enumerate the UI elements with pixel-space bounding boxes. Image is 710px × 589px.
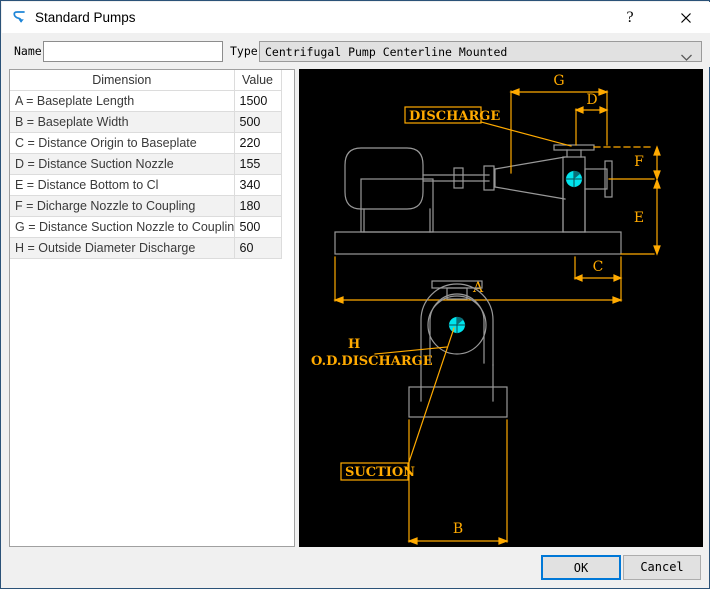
table-row[interactable]: F = Dicharge Nozzle to Coupling 180 — [10, 195, 282, 217]
cell-dimension: H = Outside Diameter Discharge — [10, 237, 235, 259]
cell-dimension: G = Distance Suction Nozzle to Coupling — [10, 216, 235, 238]
name-label: Name — [14, 44, 42, 58]
pump-drawing: G D F E C A DISCHARGE H O.D.DISCHARGE SU… — [311, 73, 661, 545]
cell-dimension: A = Baseplate Length — [10, 90, 235, 112]
column-header-dimension: Dimension — [10, 70, 235, 91]
discharge-callout: DISCHARGE — [404, 106, 572, 147]
pump-type-dropdown[interactable]: Centrifugal Pump Centerline Mounted — [259, 41, 702, 62]
svg-text:H: H — [348, 337, 360, 352]
pump-drawing-canvas[interactable]: G D F E C A DISCHARGE H O.D.DISCHARGE SU… — [299, 69, 703, 547]
cell-value[interactable]: 1500 — [234, 90, 282, 112]
suction-node-marker-front — [448, 316, 466, 334]
table-row[interactable]: D = Distance Suction Nozzle 155 — [10, 153, 282, 175]
front-view-dimensions: B — [407, 419, 509, 545]
cell-dimension: E = Distance Bottom to Cl — [10, 174, 235, 196]
cell-value[interactable]: 60 — [234, 237, 282, 259]
close-icon — [664, 3, 708, 33]
svg-text:O.D.DISCHARGE: O.D.DISCHARGE — [311, 354, 433, 369]
cell-value[interactable]: 500 — [234, 216, 282, 238]
question-mark-icon: ? — [626, 9, 634, 26]
svg-text:SUCTION: SUCTION — [345, 465, 415, 480]
svg-text:E: E — [634, 210, 644, 226]
cell-dimension: D = Distance Suction Nozzle — [10, 153, 235, 175]
table-header-row: Dimension Value — [10, 70, 282, 91]
table-row[interactable]: C = Distance Origin to Baseplate 220 — [10, 132, 282, 154]
table-row[interactable]: G = Distance Suction Nozzle to Coupling … — [10, 216, 282, 238]
window-title: Standard Pumps — [35, 10, 136, 25]
svg-text:DISCHARGE: DISCHARGE — [409, 109, 500, 124]
side-view-geometry — [334, 144, 622, 255]
title-bar: Standard Pumps ? — [2, 2, 710, 34]
cell-dimension: C = Distance Origin to Baseplate — [10, 132, 235, 154]
standard-pumps-dialog: Standard Pumps ? Name Type Centrifugal P… — [0, 0, 710, 589]
ok-button[interactable]: OK — [541, 555, 621, 580]
cell-value[interactable]: 340 — [234, 174, 282, 196]
od-discharge-callout: H O.D.DISCHARGE — [311, 337, 448, 369]
name-input[interactable] — [43, 41, 223, 62]
cell-value[interactable]: 220 — [234, 132, 282, 154]
svg-text:F: F — [634, 154, 644, 170]
table-row[interactable]: E = Distance Bottom to Cl 340 — [10, 174, 282, 196]
dimension-table: Dimension Value A = Baseplate Length 150… — [10, 70, 282, 259]
svg-text:B: B — [453, 521, 463, 537]
cell-value[interactable]: 180 — [234, 195, 282, 217]
svg-text:C: C — [593, 259, 604, 275]
type-label: Type — [230, 44, 258, 58]
cell-value[interactable]: 155 — [234, 153, 282, 175]
table-row[interactable]: B = Baseplate Width 500 — [10, 111, 282, 133]
svg-text:D: D — [586, 92, 597, 108]
table-row[interactable]: A = Baseplate Length 1500 — [10, 90, 282, 112]
cell-dimension: B = Baseplate Width — [10, 111, 235, 133]
svg-text:G: G — [553, 73, 564, 89]
column-header-value: Value — [234, 70, 282, 91]
suction-node-marker — [565, 170, 583, 188]
help-button[interactable]: ? — [608, 3, 652, 33]
dimension-table-panel[interactable]: Dimension Value A = Baseplate Length 150… — [9, 69, 295, 547]
cell-value[interactable]: 500 — [234, 111, 282, 133]
pump-type-value: Centrifugal Pump Centerline Mounted — [265, 45, 508, 59]
pump-app-icon — [11, 9, 29, 27]
chevron-down-icon — [680, 49, 693, 67]
cancel-button[interactable]: Cancel — [623, 555, 701, 580]
close-button[interactable] — [664, 3, 708, 33]
cell-dimension: F = Dicharge Nozzle to Coupling — [10, 195, 235, 217]
table-row[interactable]: H = Outside Diameter Discharge 60 — [10, 237, 282, 259]
